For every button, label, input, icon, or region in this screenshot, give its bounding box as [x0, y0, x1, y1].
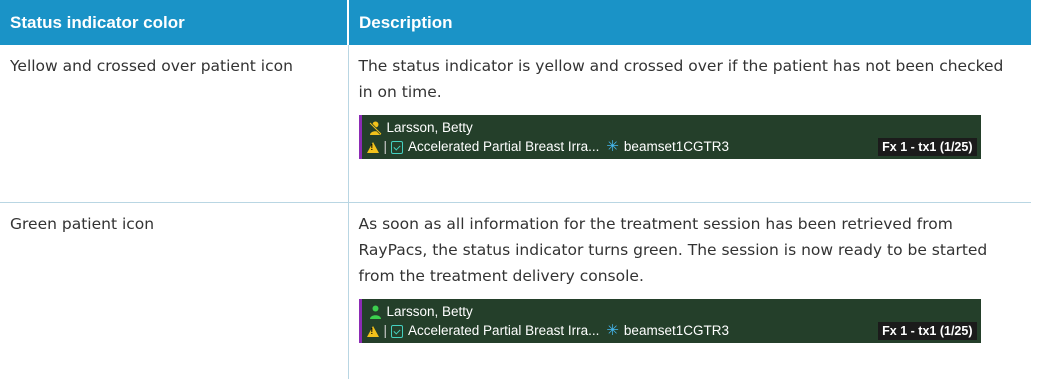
plan-name: Accelerated Partial Breast Irra... — [408, 323, 600, 338]
patient-session-panel: Larsson, Betty ! | Accelerated Partial B… — [358, 299, 981, 343]
patient-row: Larsson, Betty — [368, 119, 473, 136]
crossed-patient-icon — [368, 121, 382, 135]
description-cell: As soon as all information for the treat… — [348, 203, 1031, 380]
description-text: The status indicator is yellow and cross… — [358, 57, 1004, 101]
session-row: ! | Accelerated Partial Breast Irra... ✳… — [366, 322, 981, 340]
patient-row: Larsson, Betty — [369, 303, 473, 320]
status-indicator-table: Status indicator color Description Yello… — [0, 0, 1031, 379]
status-color-cell: Green patient icon — [0, 202, 349, 379]
patient-name: Larsson, Betty — [386, 120, 473, 135]
patient-session-panel: Larsson, Betty ! | Accelerated Partial B… — [358, 115, 981, 159]
beamset-name: beamset1CGTR3 — [623, 323, 729, 338]
treatment-plan-icon — [391, 140, 404, 154]
description-text: As soon as all information for the treat… — [358, 215, 988, 285]
separator: | — [383, 139, 388, 154]
beamset-icon: ✳ — [606, 322, 619, 339]
warning-icon: ! — [366, 325, 379, 337]
status-color-cell: Yellow and crossed over patient icon — [0, 45, 349, 203]
description-cell: The status indicator is yellow and cross… — [348, 45, 1031, 203]
patient-name: Larsson, Betty — [386, 304, 473, 319]
table-header-row: Status indicator color Description — [0, 0, 1031, 45]
separator: | — [383, 323, 388, 338]
beamset-name: beamset1CGTR3 — [623, 139, 729, 154]
beamset-icon: ✳ — [606, 138, 619, 155]
table-row: Green patient icon As soon as all inform… — [0, 202, 1031, 380]
header-description: Description — [347, 0, 1031, 45]
plan-name: Accelerated Partial Breast Irra... — [408, 139, 600, 154]
fraction-badge: Fx 1 - tx1 (1/25) — [878, 322, 977, 340]
table-row: Yellow and crossed over patient icon The… — [0, 45, 1031, 203]
fraction-badge: Fx 1 - tx1 (1/25) — [878, 138, 977, 156]
session-row: ! | Accelerated Partial Breast Irra... ✳… — [366, 138, 981, 156]
patient-icon — [369, 305, 382, 319]
treatment-plan-icon — [391, 324, 404, 338]
warning-icon: ! — [366, 141, 379, 153]
header-status-indicator-color: Status indicator color — [0, 0, 348, 45]
